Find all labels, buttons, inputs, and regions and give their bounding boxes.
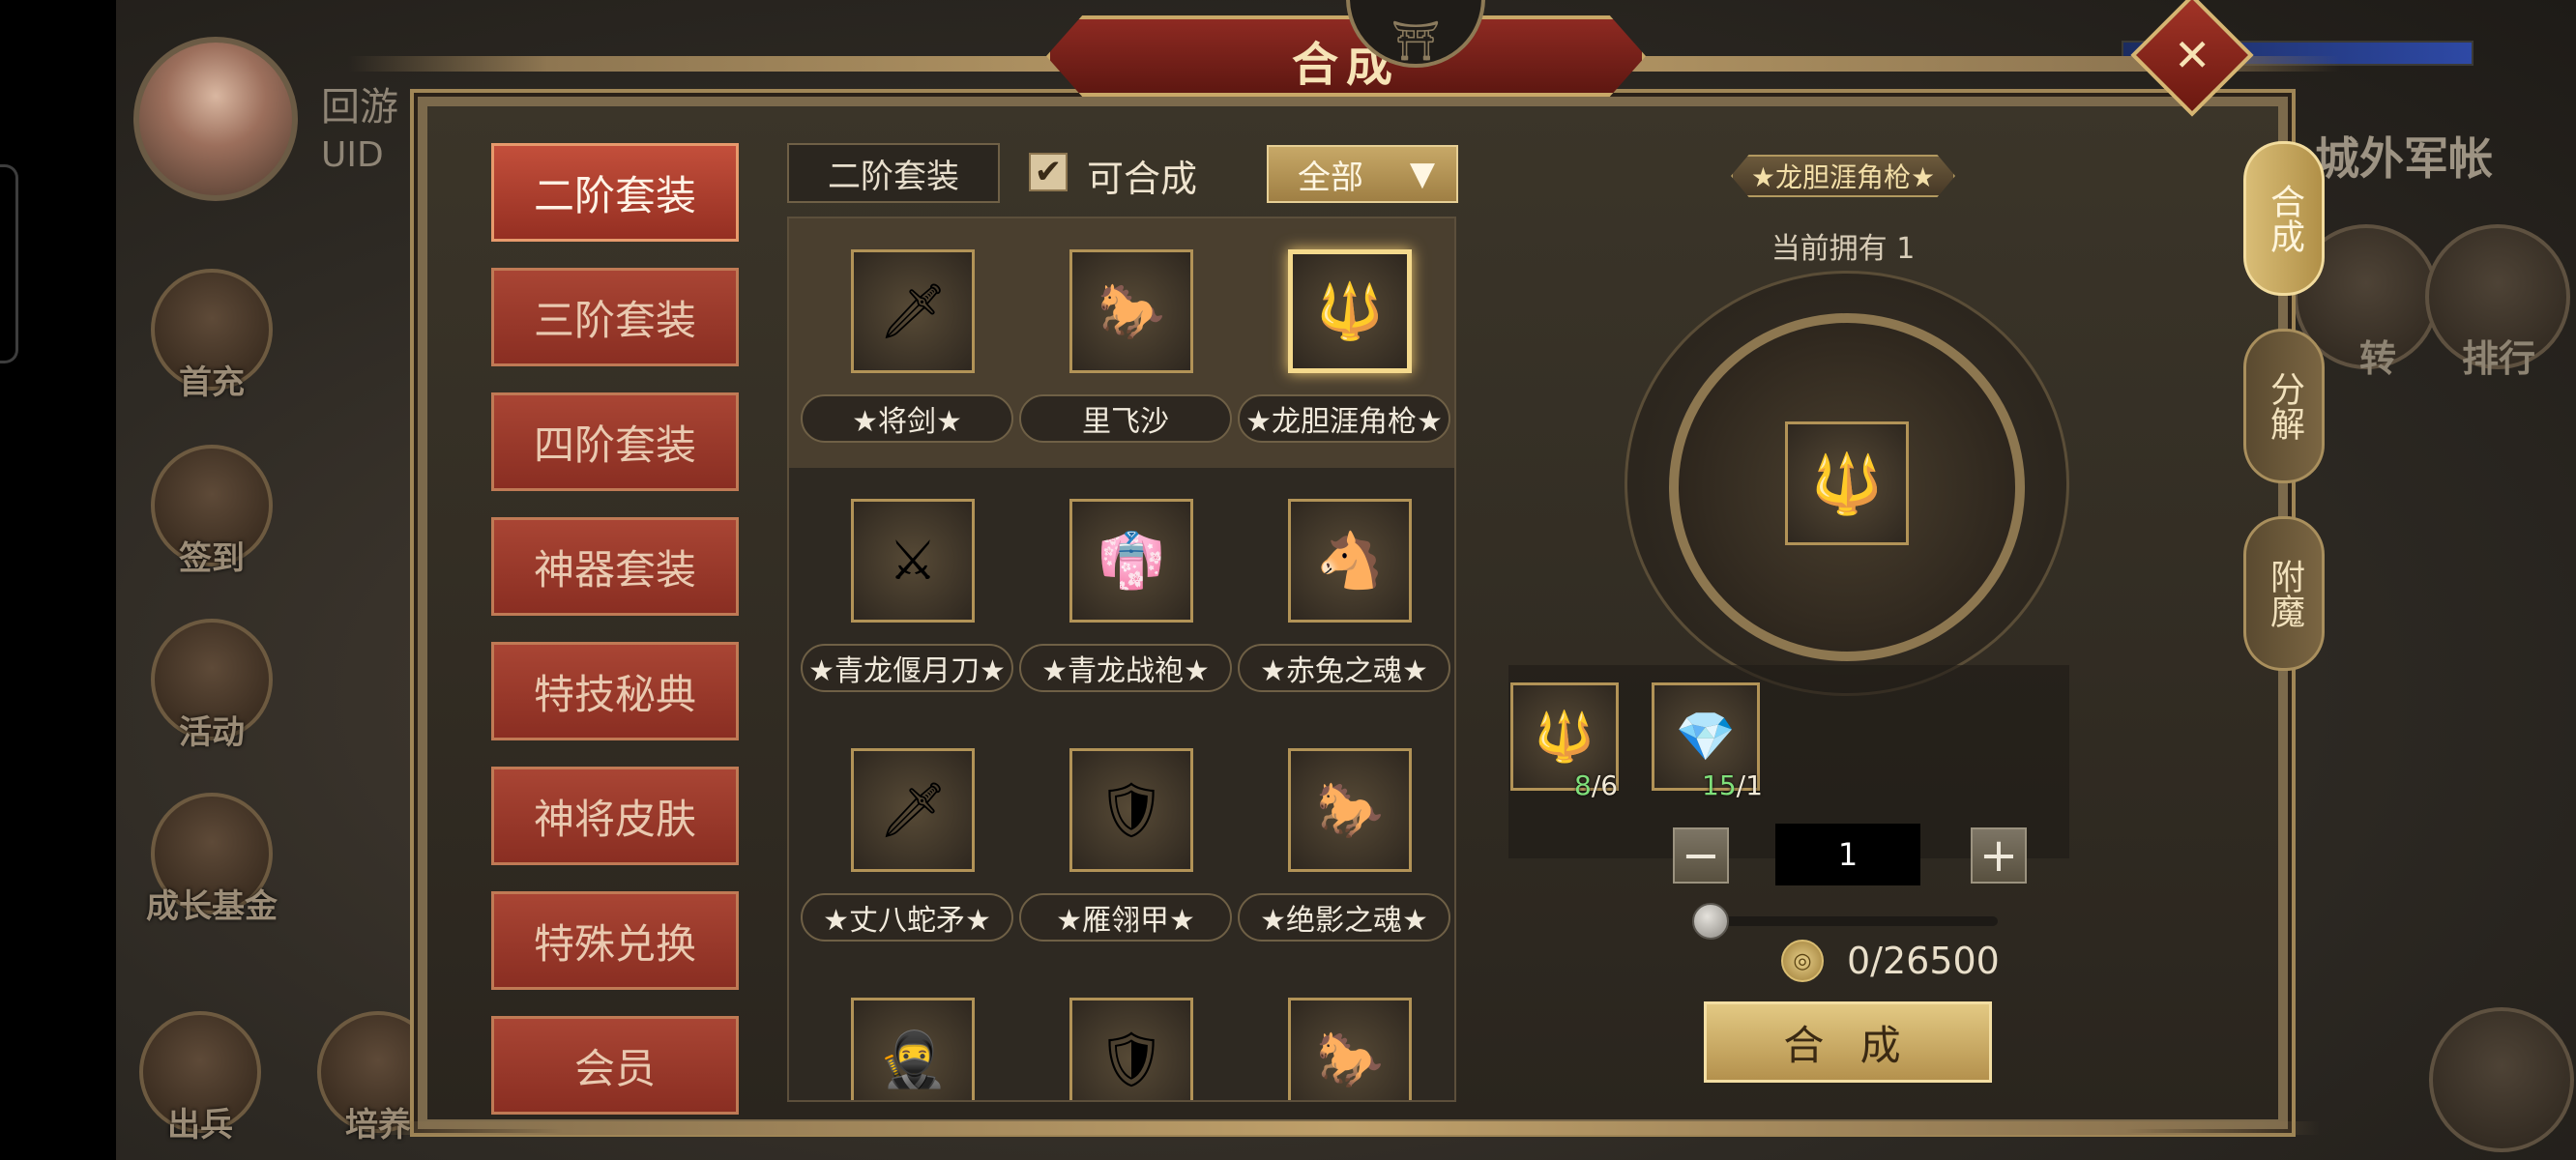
white-horse-icon[interactable]: 🐎 bbox=[1288, 998, 1412, 1100]
side-tab-label: 分解 bbox=[2265, 371, 2304, 441]
filter-dropdown[interactable]: 全部 ▼ bbox=[1267, 145, 1458, 203]
dialog-title-plate: 合成 bbox=[1046, 15, 1646, 97]
item-name: 里飞沙 bbox=[1019, 394, 1232, 443]
left-menu-label: 签到 bbox=[179, 539, 245, 578]
armor-icon[interactable]: 🛡 bbox=[1069, 998, 1193, 1100]
dialog-bottom-trim bbox=[367, 1121, 2321, 1135]
screen-edge-marker bbox=[0, 164, 18, 363]
spear-icon[interactable]: 🔱 bbox=[1288, 249, 1412, 373]
serpent-spear-icon[interactable]: 🗡 bbox=[851, 748, 975, 872]
dropdown-arrow-icon: ▼ bbox=[1409, 155, 1435, 193]
category-tab[interactable]: 特技秘典 bbox=[491, 642, 739, 740]
item-cell[interactable]: 🐎 里飞沙 bbox=[1019, 220, 1232, 462]
item-name: ★龙胆涯角枪★ bbox=[1238, 394, 1450, 443]
synthesize-button[interactable]: 合 成 bbox=[1704, 1001, 1992, 1083]
item-name: ★将剑★ bbox=[801, 394, 1013, 443]
left-menu-label: 出兵 bbox=[167, 1106, 233, 1145]
location-title: 城外军帐 bbox=[2315, 132, 2493, 185]
left-menu-label: 成长基金 bbox=[146, 887, 278, 926]
item-cell[interactable]: 🛡 bbox=[1019, 969, 1232, 1100]
coin-icon: ◎ bbox=[1781, 940, 1824, 982]
category-tab[interactable]: 会员 bbox=[491, 1016, 739, 1115]
item-cell[interactable]: 🐎 ★绝影之魂★ bbox=[1238, 719, 1450, 961]
sword-icon[interactable]: 🗡 bbox=[851, 249, 975, 373]
category-tab[interactable]: 特殊兑换 bbox=[491, 891, 739, 990]
filter-dropdown-value: 全部 bbox=[1298, 158, 1363, 197]
item-cell[interactable]: 👘 ★青龙战袍★ bbox=[1019, 470, 1232, 711]
item-cell[interactable]: ⚔ ★青龙偃月刀★ bbox=[801, 470, 1013, 711]
category-tab[interactable]: 二阶套装 bbox=[491, 143, 739, 242]
material-count-2: 15/1 bbox=[1702, 769, 1763, 801]
item-name: ★青龙偃月刀★ bbox=[801, 644, 1013, 692]
close-icon: ✕ bbox=[2173, 28, 2211, 81]
side-tab-label: 附魔 bbox=[2265, 559, 2304, 628]
item-name: ★绝影之魂★ bbox=[1238, 893, 1450, 942]
left-menu-label: 首充 bbox=[179, 363, 245, 402]
owned-count: 当前拥有 1 bbox=[1771, 232, 1916, 266]
quantity-input[interactable]: 1 bbox=[1775, 824, 1920, 885]
check-icon: ✔ bbox=[1034, 153, 1063, 191]
category-tab[interactable]: 神器套装 bbox=[491, 517, 739, 616]
item-grid: 🗡 ★将剑★ 🐎 里飞沙 🔱 ★龙胆涯角枪★ ⚔ ★青龙偃月刀★ 👘 ★青龙战袍★ 🐴 ★赤兔之魂★ 🗡… bbox=[787, 217, 1456, 1102]
item-cell[interactable]: 🥷 bbox=[801, 969, 1013, 1100]
category-tab[interactable]: 三阶套装 bbox=[491, 268, 739, 366]
dark-horse-icon[interactable]: 🐎 bbox=[1288, 748, 1412, 872]
robe-icon[interactable]: 👘 bbox=[1069, 499, 1193, 623]
preview-spear-icon: 🔱 bbox=[1785, 421, 1909, 545]
item-cell[interactable]: 🔱 ★龙胆涯角枪★ bbox=[1238, 220, 1450, 462]
tier-tag: 二阶套装 bbox=[787, 143, 1000, 203]
player-name: 回游 bbox=[321, 85, 398, 130]
item-name: ★赤兔之魂★ bbox=[1238, 644, 1450, 692]
quantity-slider[interactable] bbox=[1708, 916, 1998, 926]
slider-knob[interactable] bbox=[1692, 903, 1729, 940]
player-avatar[interactable] bbox=[133, 37, 298, 201]
glaive-icon[interactable]: ⚔ bbox=[851, 499, 975, 623]
item-cell[interactable]: 🐴 ★赤兔之魂★ bbox=[1238, 470, 1450, 711]
item-cell[interactable]: 🐎 bbox=[1238, 969, 1450, 1100]
armor-icon[interactable]: 🛡 bbox=[1069, 748, 1193, 872]
decrease-button[interactable]: − bbox=[1673, 827, 1729, 884]
material-count-1: 8/6 bbox=[1574, 769, 1619, 801]
side-tab-label: 合成 bbox=[2265, 184, 2304, 253]
detail-title: ★龙胆涯角枪★ bbox=[1731, 155, 1955, 197]
side-tab[interactable]: 分解 bbox=[2243, 329, 2325, 483]
player-uid-label: UID bbox=[321, 135, 384, 175]
item-cell[interactable]: 🛡 ★雁翎甲★ bbox=[1019, 719, 1232, 961]
side-tab[interactable]: 合成 bbox=[2243, 141, 2325, 296]
red-horse-icon[interactable]: 🐴 bbox=[1288, 499, 1412, 623]
item-name: ★丈八蛇矛★ bbox=[801, 893, 1013, 942]
ranking-label: 排行 bbox=[2462, 337, 2536, 380]
main-menu-button[interactable] bbox=[2429, 1007, 2574, 1152]
category-tab[interactable]: 四阶套装 bbox=[491, 392, 739, 491]
item-name: ★雁翎甲★ bbox=[1019, 893, 1232, 942]
left-menu-label: 活动 bbox=[179, 713, 245, 752]
craftable-label: 可合成 bbox=[1087, 158, 1198, 200]
horse-icon[interactable]: 🐎 bbox=[1069, 249, 1193, 373]
increase-button[interactable]: + bbox=[1971, 827, 2027, 884]
transfer-label: 转 bbox=[2359, 337, 2397, 380]
item-cell[interactable]: 🗡 ★丈八蛇矛★ bbox=[801, 719, 1013, 961]
side-tab[interactable]: 附魔 bbox=[2243, 516, 2325, 671]
item-name: ★青龙战袍★ bbox=[1019, 644, 1232, 692]
warrior-icon[interactable]: 🥷 bbox=[851, 998, 975, 1100]
craftable-checkbox[interactable]: ✔ bbox=[1029, 153, 1068, 191]
item-cell[interactable]: 🗡 ★将剑★ bbox=[801, 220, 1013, 462]
cost-text: 0/26500 bbox=[1847, 940, 2000, 982]
category-tab[interactable]: 神将皮肤 bbox=[491, 767, 739, 865]
